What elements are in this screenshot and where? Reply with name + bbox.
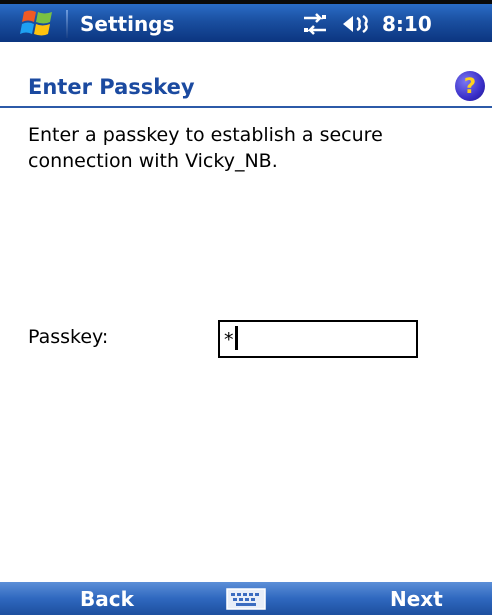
title-separator <box>66 10 68 38</box>
next-button[interactable]: Next <box>390 582 443 615</box>
page-header: Enter Passkey ? <box>0 66 492 108</box>
instruction-text: Enter a passkey to establish a secure co… <box>28 124 383 172</box>
keyboard-icon[interactable] <box>226 588 266 610</box>
soft-key-bar: Back Next <box>0 582 492 615</box>
page-title: Enter Passkey <box>28 75 195 99</box>
windows-start-icon[interactable] <box>14 8 62 40</box>
passkey-label: Passkey: <box>28 326 109 348</box>
title-bar: Settings 8:10 <box>0 0 492 42</box>
clock[interactable]: 8:10 <box>382 9 432 39</box>
connectivity-icon[interactable] <box>300 12 330 36</box>
passkey-value: * <box>224 329 234 351</box>
volume-icon[interactable] <box>341 12 375 36</box>
passkey-input[interactable]: * <box>218 320 418 358</box>
app-title: Settings <box>80 12 175 36</box>
help-icon[interactable]: ? <box>455 71 485 101</box>
text-caret <box>234 326 238 350</box>
back-button[interactable]: Back <box>80 582 134 615</box>
